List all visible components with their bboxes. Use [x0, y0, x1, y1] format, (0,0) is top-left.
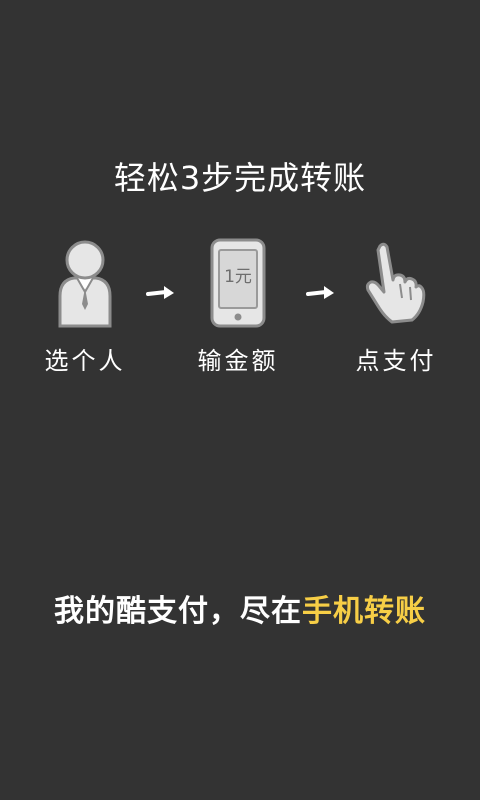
phone-amount-text: 1元	[224, 267, 252, 287]
guide-title: 轻松3步完成转账	[113, 159, 367, 197]
person-icon	[58, 240, 112, 328]
arrow-right-icon	[306, 286, 334, 299]
step-label-select-person: 选个人	[44, 347, 126, 375]
step-label-tap-pay: 点支付	[355, 347, 437, 375]
step-label-enter-amount: 输金额	[197, 347, 279, 375]
onboarding-screen[interactable]: 轻松3步完成转账 1元 选个人 输金额 点支付 我的酷支付，尽在手机转账	[0, 0, 480, 800]
tap-hand-icon	[365, 242, 426, 324]
phone-icon-wrapper: 1元	[210, 238, 266, 328]
slogan: 我的酷支付，尽在手机转账	[0, 590, 480, 634]
slogan-highlight: 手机转账	[302, 594, 426, 629]
arrow-right-icon	[146, 286, 174, 299]
slogan-text: 我的酷支付，尽在	[54, 594, 302, 629]
